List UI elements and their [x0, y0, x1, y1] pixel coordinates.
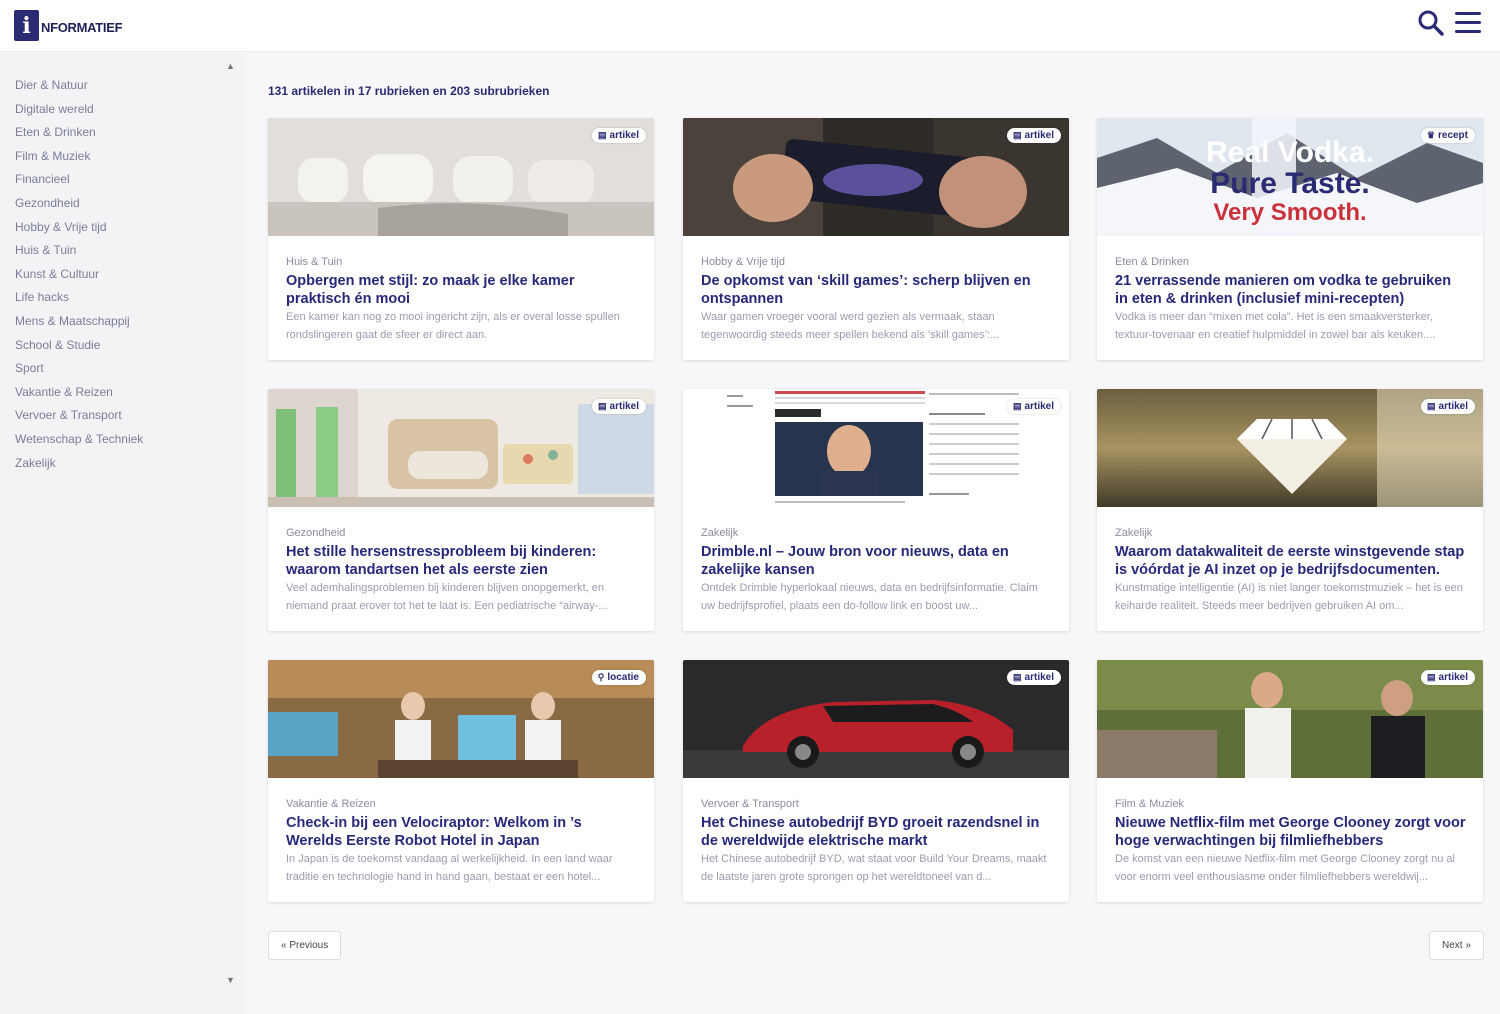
logo-mark: i [14, 10, 39, 41]
article-card[interactable]: ⚲ locatie Vakantie & Reizen Check-in bij … [268, 660, 654, 902]
article-title[interactable]: De opkomst van ‘skill games’: scherp bli… [701, 272, 1053, 308]
sidebar-item-wetenschap-techniek[interactable]: Wetenschap & Techniek [15, 431, 143, 455]
search-icon[interactable] [1417, 9, 1445, 37]
article-title[interactable]: Het Chinese autobedrijf BYD groeit razen… [701, 814, 1053, 850]
article-card[interactable]: ▤ artikel Huis & Tuin Opbergen met stijl:… [268, 118, 654, 360]
newspaper-icon: ▤ [1013, 130, 1022, 140]
article-excerpt: Kunstmatige intelligentie (AI) is niet l… [1115, 582, 1463, 612]
content-type-badge: ⚲ locatie [591, 670, 646, 685]
newspaper-icon: ▤ [1013, 672, 1022, 682]
article-card[interactable]: ▤ artikel Gezondheid Het stille hersenstr… [268, 389, 654, 631]
article-category: Zakelijk [1115, 527, 1153, 539]
article-title[interactable]: Het stille hersenstressprobleem bij kind… [286, 543, 638, 579]
sidebar-item-dier-natuur[interactable]: Dier & Natuur [15, 77, 143, 101]
content-type-badge: ▤ artikel [1007, 670, 1061, 685]
article-card[interactable]: ▤ artikel Vervoer & Transport Het Chinese… [683, 660, 1069, 902]
article-title[interactable]: 21 verrassende manieren om vodka te gebr… [1115, 272, 1467, 308]
site-logo[interactable]: i NFORMATIEF [14, 10, 123, 41]
article-card[interactable]: ▤ artikel Zakelijk Waarom datakwaliteit d… [1097, 389, 1483, 631]
sidebar-item-vervoer-transport[interactable]: Vervoer & Transport [15, 407, 143, 431]
article-card[interactable]: Real Vodka. Pure Taste. Very Smooth. ♛ re… [1097, 118, 1483, 360]
sidebar-item-zakelijk[interactable]: Zakelijk [15, 455, 143, 479]
hamburger-menu-icon[interactable] [1455, 12, 1481, 36]
sidebar-item-life-hacks[interactable]: Life hacks [15, 289, 143, 313]
article-excerpt: Een kamer kan nog zo mooi ingericht zijn… [286, 311, 620, 341]
article-category: Vervoer & Transport [701, 798, 799, 810]
article-category: Gezondheid [286, 527, 346, 539]
article-excerpt: De komst van een nieuwe Netflix-film met… [1115, 853, 1455, 883]
newspaper-icon: ▤ [1427, 401, 1436, 411]
sidebar-item-sport[interactable]: Sport [15, 360, 143, 384]
article-title[interactable]: Drimble.nl – Jouw bron voor nieuws, data… [701, 543, 1053, 579]
sidebar-item-vakantie-reizen[interactable]: Vakantie & Reizen [15, 384, 143, 408]
promo-line-3: Very Smooth. [1213, 199, 1366, 226]
article-category: Eten & Drinken [1115, 256, 1189, 268]
category-list: Dier & Natuur Digitale wereld Eten & Dri… [15, 77, 143, 478]
promo-line-2: Pure Taste. [1210, 167, 1370, 200]
newspaper-icon: ▤ [598, 130, 607, 140]
scroll-down-arrow-icon[interactable]: ▼ [226, 975, 235, 985]
article-category: Hobby & Vrije tijd [701, 256, 785, 268]
sidebar-item-eten-drinken[interactable]: Eten & Drinken [15, 124, 143, 148]
article-excerpt: Vodka is meer dan “mixen met cola”. Het … [1115, 311, 1436, 341]
article-excerpt: Ontdek Drimble hyperlokaal nieuws, data … [701, 582, 1038, 612]
article-title[interactable]: Waarom datakwaliteit de eerste winstgeve… [1115, 543, 1467, 579]
content-type-badge: ▤ artikel [1421, 670, 1475, 685]
content-type-badge: ▤ artikel [592, 399, 646, 414]
next-page-button[interactable]: Next » [1429, 931, 1484, 960]
article-title[interactable]: Nieuwe Netflix-film met George Clooney z… [1115, 814, 1467, 850]
chef-hat-icon: ♛ [1426, 130, 1435, 140]
site-header: i NFORMATIEF [0, 0, 1500, 52]
article-card[interactable]: ▤ artikel Zakelijk Drimble.nl – Jouw bron… [683, 389, 1069, 631]
logo-text: NFORMATIEF [41, 20, 123, 35]
article-count-summary: 131 artikelen in 17 rubrieken en 203 sub… [268, 84, 550, 98]
newspaper-icon: ▤ [598, 401, 607, 411]
article-excerpt: Het Chinese autobedrijf BYD, wat staat v… [701, 853, 1047, 883]
article-excerpt: Waar gamen vroeger vooral werd gezien al… [701, 311, 1000, 341]
content-type-badge: ▤ artikel [1007, 128, 1061, 143]
article-category: Huis & Tuin [286, 256, 343, 268]
scroll-up-arrow-icon[interactable]: ▲ [226, 61, 235, 71]
article-title[interactable]: Check-in bij een Velociraptor: Welkom in… [286, 814, 638, 850]
article-title[interactable]: Opbergen met stijl: zo maak je elke kame… [286, 272, 638, 308]
sidebar-item-school-studie[interactable]: School & Studie [15, 337, 143, 361]
article-category: Zakelijk [701, 527, 739, 539]
sidebar-item-hobby-vrije-tijd[interactable]: Hobby & Vrije tijd [15, 219, 143, 243]
sidebar-item-financieel[interactable]: Financieel [15, 171, 143, 195]
previous-page-button[interactable]: « Previous [268, 931, 342, 960]
article-category: Film & Muziek [1115, 798, 1185, 810]
sidebar-item-mens-maatschappij[interactable]: Mens & Maatschappij [15, 313, 143, 337]
article-card[interactable]: ▤ artikel Film & Muziek Nieuwe Netflix-fi… [1097, 660, 1483, 902]
map-pin-icon: ⚲ [597, 672, 605, 682]
content-type-badge: ▤ artikel [592, 128, 646, 143]
article-card[interactable]: ▤ artikel Hobby & Vrije tijd De opkomst v… [683, 118, 1069, 360]
content-type-badge: ▤ artikel [1007, 399, 1061, 414]
category-sidebar: ▲ Dier & Natuur Digitale wereld Eten & D… [0, 53, 245, 1014]
sidebar-item-gezondheid[interactable]: Gezondheid [15, 195, 143, 219]
article-category: Vakantie & Reizen [286, 798, 376, 810]
content-type-badge: ♛ recept [1420, 128, 1475, 143]
sidebar-item-kunst-cultuur[interactable]: Kunst & Cultuur [15, 266, 143, 290]
promo-line-1: Real Vodka. [1206, 136, 1374, 169]
sidebar-item-film-muziek[interactable]: Film & Muziek [15, 148, 143, 172]
newspaper-icon: ▤ [1427, 672, 1436, 682]
content-type-badge: ▤ artikel [1421, 399, 1475, 414]
sidebar-item-digitale-wereld[interactable]: Digitale wereld [15, 101, 143, 125]
article-excerpt: In Japan is de toekomst vandaag al werke… [286, 853, 613, 883]
sidebar-item-huis-tuin[interactable]: Huis & Tuin [15, 242, 143, 266]
article-excerpt: Veel ademhalingsproblemen bij kinderen b… [286, 582, 608, 612]
newspaper-icon: ▤ [1013, 401, 1022, 411]
